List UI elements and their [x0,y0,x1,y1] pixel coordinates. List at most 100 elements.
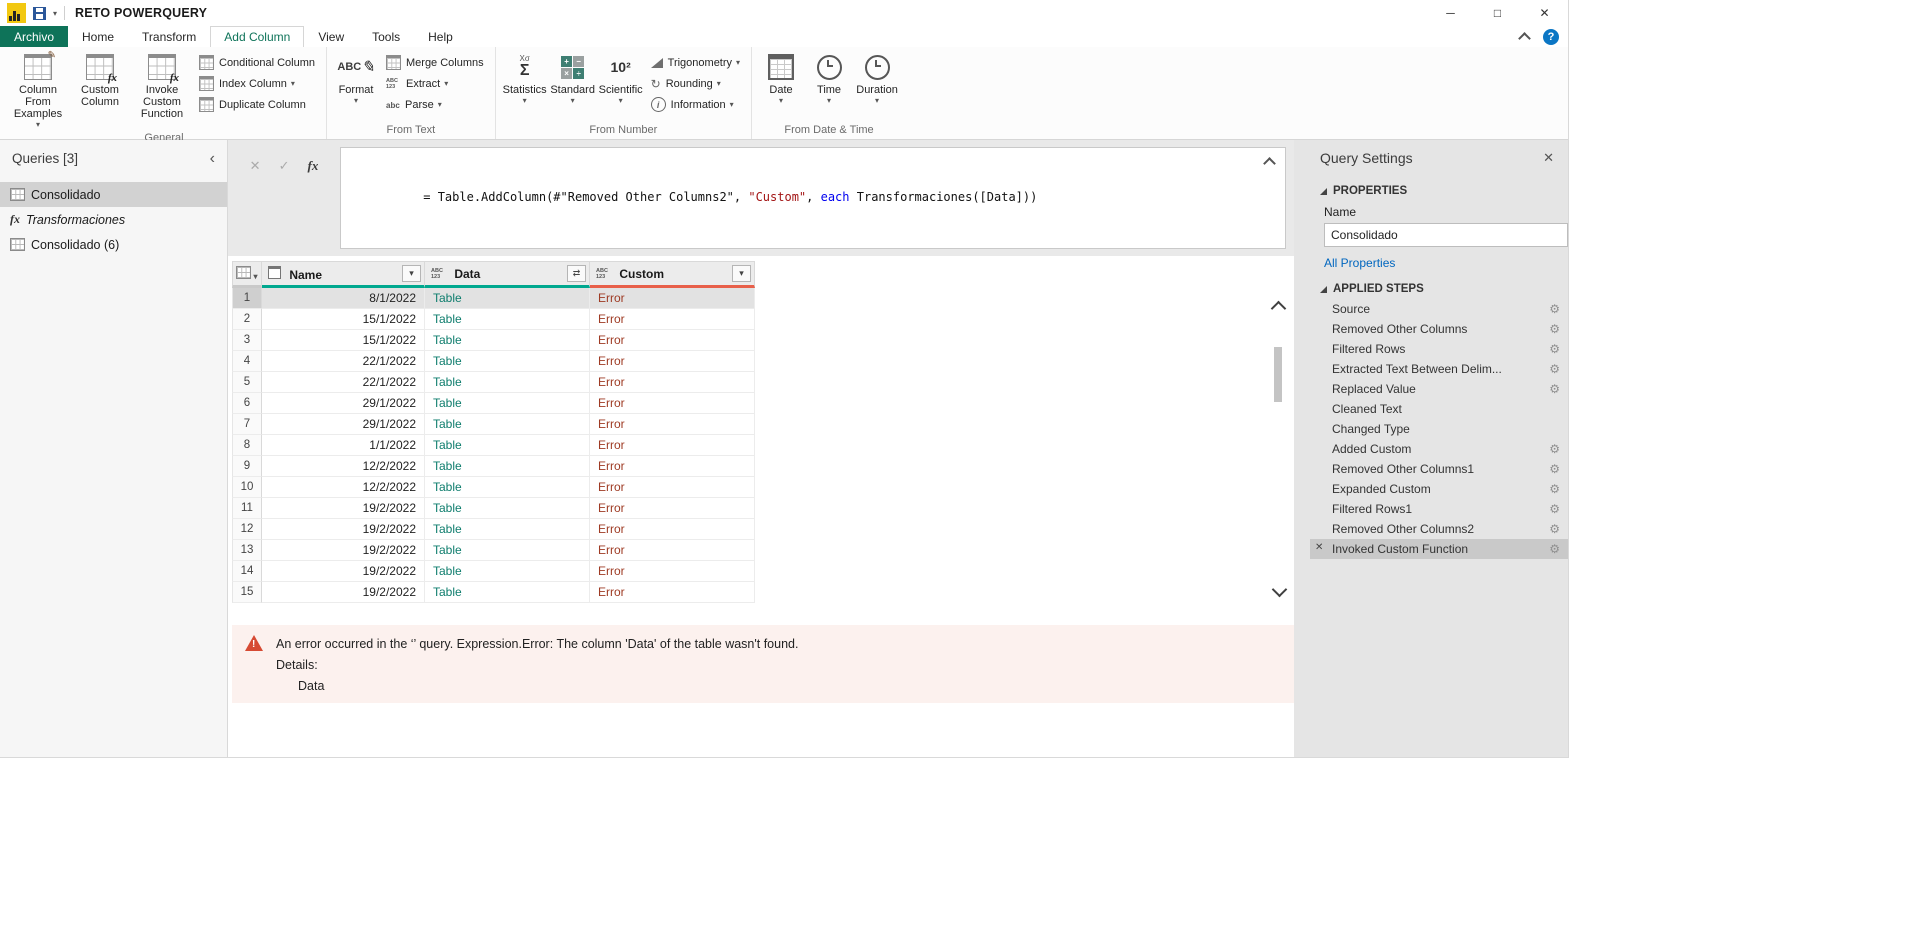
row-number[interactable]: 7 [232,414,262,435]
index-column-button[interactable]: Index Column ▾ [193,73,321,94]
ribbon-tab[interactable]: Archivo [0,26,68,47]
cell-name-value[interactable]: 22/1/2022 [262,372,425,393]
cell-error-link[interactable]: Error [590,519,755,540]
custom-column-button[interactable]: fx Custom Column [69,47,131,110]
cell-name-value[interactable]: 19/2/2022 [262,519,425,540]
column-header-name[interactable]: Name ▾ [262,261,425,288]
row-number[interactable]: 15 [232,582,262,603]
cell-error-link[interactable]: Error [590,456,755,477]
gear-icon[interactable] [1549,342,1560,356]
row-number[interactable]: 11 [232,498,262,519]
applied-step[interactable]: Filtered Rows [1310,339,1568,359]
applied-step[interactable]: Removed Other Columns2 [1310,519,1568,539]
cell-name-value[interactable]: 29/1/2022 [262,393,425,414]
cell-name-value[interactable]: 19/2/2022 [262,498,425,519]
cell-error-link[interactable]: Error [590,372,755,393]
gear-icon[interactable] [1549,322,1560,336]
gear-icon[interactable] [1549,522,1560,536]
gear-icon[interactable] [1549,302,1560,316]
cell-error-link[interactable]: Error [590,288,755,309]
cell-table-link[interactable]: Table [425,393,590,414]
cell-name-value[interactable]: 15/1/2022 [262,330,425,351]
rounding-button[interactable]: Rounding ▾ [645,73,746,94]
cell-table-link[interactable]: Table [425,309,590,330]
date-button[interactable]: Date ▾ [757,47,805,107]
cell-table-link[interactable]: Table [425,330,590,351]
gear-icon[interactable] [1549,542,1560,556]
information-button[interactable]: Information ▾ [645,94,746,115]
cell-table-link[interactable]: Table [425,540,590,561]
merge-columns-button[interactable]: Merge Columns [380,52,490,73]
scroll-up-icon[interactable] [1270,301,1286,317]
cell-table-link[interactable]: Table [425,372,590,393]
filter-icon[interactable]: ▾ [732,265,751,282]
cell-name-value[interactable]: 12/2/2022 [262,456,425,477]
query-list-item[interactable]: Consolidado (6) [0,232,227,257]
row-number[interactable]: 8 [232,435,262,456]
ribbon-tab[interactable]: Home [68,26,128,47]
scientific-button[interactable]: 10² Scientific ▾ [597,47,645,107]
cell-error-link[interactable]: Error [590,414,755,435]
gear-icon[interactable] [1549,482,1560,496]
row-number[interactable]: 6 [232,393,262,414]
cell-error-link[interactable]: Error [590,309,755,330]
formula-input[interactable]: = Table.AddColumn(#"Removed Other Column… [340,147,1286,249]
ribbon-tab[interactable]: Tools [358,26,414,47]
applied-step[interactable]: Removed Other Columns [1310,319,1568,339]
cell-error-link[interactable]: Error [590,330,755,351]
time-button[interactable]: Time ▾ [805,47,853,107]
parse-button[interactable]: Parse ▾ [380,94,490,115]
cell-table-link[interactable]: Table [425,519,590,540]
vertical-scrollbar[interactable] [1270,303,1286,595]
cell-table-link[interactable]: Table [425,582,590,603]
applied-step[interactable]: Removed Other Columns1 [1310,459,1568,479]
applied-step[interactable]: Changed Type [1310,419,1568,439]
trigonometry-button[interactable]: Trigonometry ▾ [645,52,746,73]
applied-step[interactable]: Filtered Rows1 [1310,499,1568,519]
gear-icon[interactable] [1549,442,1560,456]
cell-name-value[interactable]: 19/2/2022 [262,582,425,603]
query-name-input[interactable] [1324,223,1568,247]
applied-step[interactable]: Added Custom [1310,439,1568,459]
maximize-button[interactable]: □ [1474,0,1521,26]
cell-error-link[interactable]: Error [590,435,755,456]
cell-table-link[interactable]: Table [425,435,590,456]
cell-table-link[interactable]: Table [425,498,590,519]
cell-name-value[interactable]: 12/2/2022 [262,477,425,498]
cell-name-value[interactable]: 1/1/2022 [262,435,425,456]
duration-button[interactable]: Duration ▾ [853,47,901,107]
collapse-ribbon-icon[interactable] [1518,32,1531,45]
cell-name-value[interactable]: 8/1/2022 [262,288,425,309]
applied-step[interactable]: Source [1310,299,1568,319]
close-settings-icon[interactable]: ✕ [1543,150,1554,166]
help-icon[interactable]: ? [1543,29,1559,45]
expand-column-icon[interactable]: ⇄ [567,265,586,282]
ribbon-tab[interactable]: Transform [128,26,210,47]
extract-button[interactable]: Extract ▾ [380,73,490,94]
applied-step[interactable]: Replaced Value [1310,379,1568,399]
cell-name-value[interactable]: 22/1/2022 [262,351,425,372]
format-button[interactable]: ABC Format ▾ [332,47,380,107]
row-number[interactable]: 14 [232,561,262,582]
cell-name-value[interactable]: 15/1/2022 [262,309,425,330]
row-number[interactable]: 5 [232,372,262,393]
cell-error-link[interactable]: Error [590,582,755,603]
row-number[interactable]: 13 [232,540,262,561]
applied-step[interactable]: Extracted Text Between Delim... [1310,359,1568,379]
row-number[interactable]: 12 [232,519,262,540]
cell-name-value[interactable]: 19/2/2022 [262,561,425,582]
commit-formula-icon[interactable]: ✓ [279,158,290,249]
standard-button[interactable]: Standard ▾ [549,47,597,107]
collapse-queries-panel-icon[interactable]: ‹ [210,153,215,165]
cell-error-link[interactable]: Error [590,393,755,414]
row-number[interactable]: 3 [232,330,262,351]
cancel-formula-icon[interactable]: ✕ [250,158,261,249]
query-list-item[interactable]: Transformaciones [0,207,227,232]
cell-table-link[interactable]: Table [425,477,590,498]
column-header-custom[interactable]: Custom ▾ [590,261,755,288]
properties-section-header[interactable]: PROPERTIES [1320,185,1558,197]
collapse-formula-bar-icon[interactable] [1263,157,1276,170]
row-number[interactable]: 2 [232,309,262,330]
gear-icon[interactable] [1549,382,1560,396]
quick-access-caret-icon[interactable]: ▾ [53,9,57,18]
